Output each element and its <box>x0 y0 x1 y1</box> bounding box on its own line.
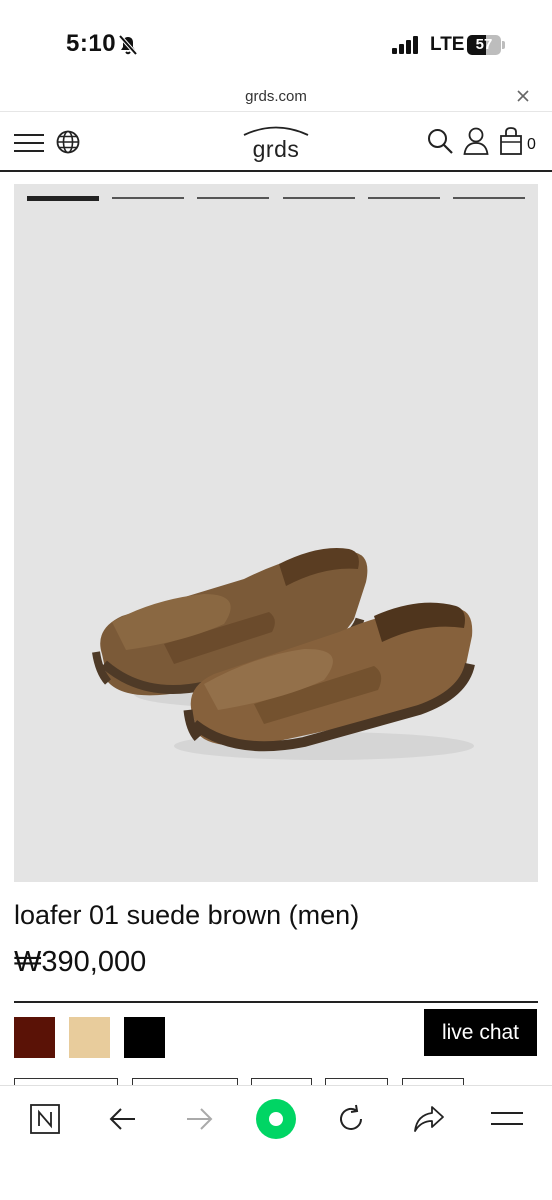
globe-icon[interactable] <box>56 130 80 154</box>
divider <box>14 1001 538 1003</box>
gallery-indicators <box>27 196 525 202</box>
more-menu-icon[interactable] <box>491 1106 523 1132</box>
share-icon[interactable] <box>413 1104 445 1134</box>
product-price: ₩390,000 <box>14 946 147 978</box>
product-image <box>92 548 475 760</box>
site-header: grds 0 <box>0 114 552 172</box>
color-swatch[interactable] <box>69 1017 110 1058</box>
status-bar: 5:10 LTE 57 <box>0 0 552 80</box>
live-chat-button[interactable]: live chat <box>424 1009 537 1056</box>
user-icon[interactable] <box>463 127 489 155</box>
cart-icon[interactable] <box>499 127 523 155</box>
menu-icon[interactable] <box>14 132 44 154</box>
signal-icon <box>392 36 420 54</box>
n-icon[interactable] <box>30 1104 60 1134</box>
network-label: LTE <box>430 34 465 55</box>
color-swatch[interactable] <box>14 1017 55 1058</box>
color-swatch[interactable] <box>124 1017 165 1058</box>
forward-arrow-icon[interactable] <box>184 1104 214 1134</box>
bell-slash-icon <box>117 34 139 56</box>
back-arrow-icon[interactable] <box>108 1104 138 1134</box>
url-bar[interactable]: grds.com <box>0 84 552 112</box>
gallery-indicator[interactable] <box>367 197 440 199</box>
logo-text: grds <box>252 136 300 162</box>
gallery-indicator[interactable] <box>197 197 270 199</box>
battery-level: 57 <box>475 36 493 53</box>
reload-icon[interactable] <box>336 1104 366 1134</box>
close-icon[interactable] <box>514 87 532 105</box>
product-gallery[interactable] <box>14 184 538 882</box>
gallery-indicator[interactable] <box>112 197 185 199</box>
gallery-indicator[interactable] <box>27 196 100 201</box>
cart-count: 0 <box>527 136 536 153</box>
status-time: 5:10 <box>66 30 117 57</box>
green-home-icon[interactable] <box>256 1099 296 1139</box>
search-icon[interactable] <box>427 128 453 154</box>
gallery-indicator[interactable] <box>282 197 355 199</box>
url-text[interactable]: grds.com <box>0 88 552 105</box>
product-name: loafer 01 suede brown (men) <box>14 900 360 930</box>
site-logo[interactable]: grds <box>240 122 312 164</box>
battery-icon: 57 <box>467 35 505 55</box>
browser-toolbar <box>0 1085 552 1200</box>
gallery-indicator[interactable] <box>452 197 525 199</box>
